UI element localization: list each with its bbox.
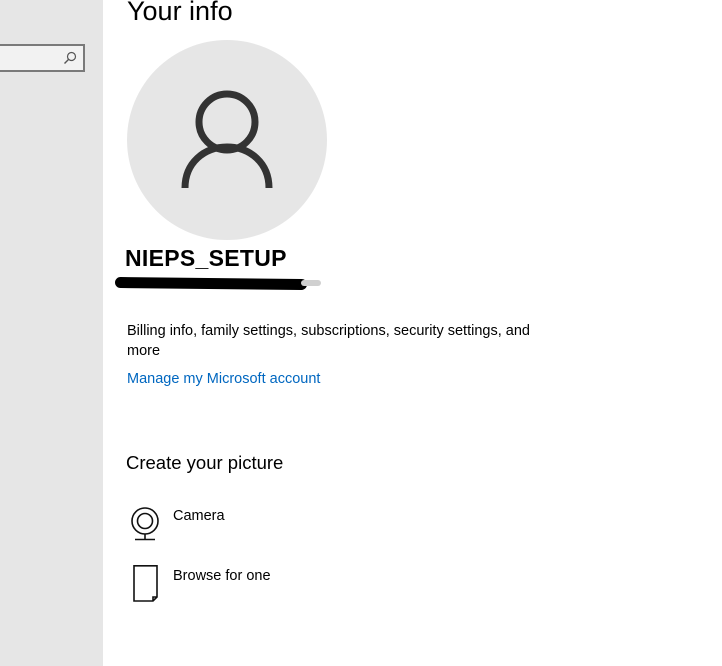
settings-window: Your info NIEPS_SETUP Billing info, fami… bbox=[0, 0, 722, 666]
redacted-email-trace bbox=[301, 280, 321, 286]
billing-info-text: Billing info, family settings, subscript… bbox=[127, 323, 530, 359]
camera-option[interactable]: Camera bbox=[127, 505, 387, 545]
camera-icon bbox=[127, 505, 163, 545]
settings-sidebar bbox=[0, 0, 103, 666]
manage-microsoft-account-link[interactable]: Manage my Microsoft account bbox=[127, 369, 320, 389]
camera-option-label: Camera bbox=[173, 508, 225, 524]
search-box[interactable] bbox=[0, 44, 85, 72]
user-name: NIEPS_SETUP bbox=[125, 245, 287, 271]
browse-file-icon bbox=[127, 565, 163, 605]
redacted-email-mark bbox=[114, 276, 308, 291]
browse-option-label: Browse for one bbox=[173, 568, 271, 584]
avatar bbox=[127, 40, 327, 240]
user-silhouette-icon bbox=[181, 90, 273, 189]
search-input[interactable] bbox=[0, 46, 68, 70]
your-info-page: Your info NIEPS_SETUP Billing info, fami… bbox=[103, 0, 722, 666]
browse-option[interactable]: Browse for one bbox=[127, 565, 387, 605]
search-icon[interactable] bbox=[63, 51, 77, 65]
create-picture-heading: Create your picture bbox=[126, 452, 284, 473]
page-title: Your info bbox=[127, 0, 233, 26]
